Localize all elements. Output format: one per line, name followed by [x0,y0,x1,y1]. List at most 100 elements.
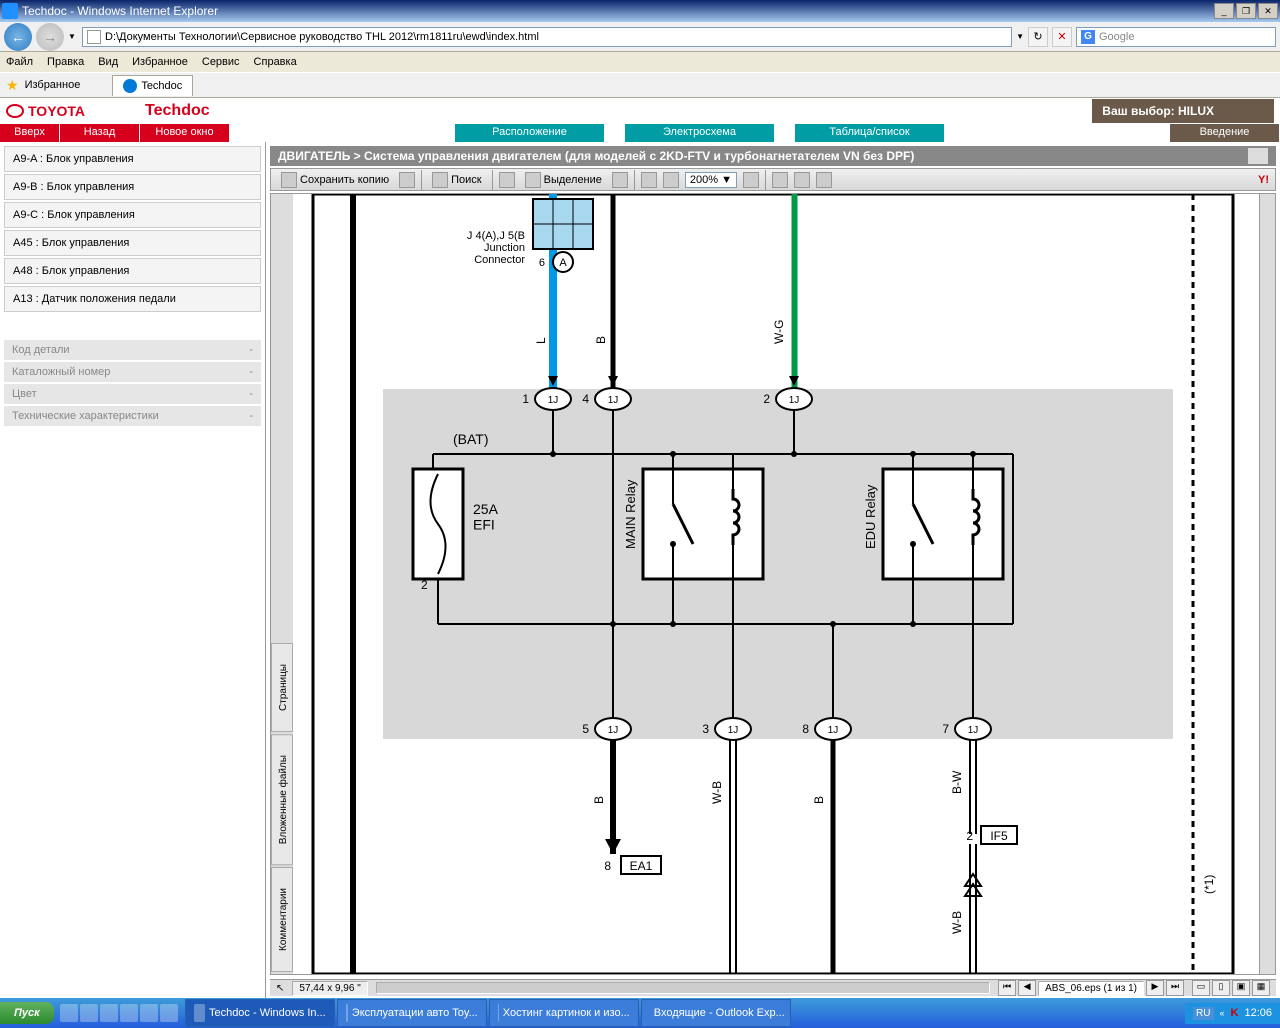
taskbar-item[interactable]: Эксплуатации авто Toy... [337,999,487,1027]
tab-back[interactable]: Назад [60,124,140,142]
nav-forward-button[interactable]: → [36,23,64,51]
info-row: Каталожный номер- [4,362,261,382]
svg-text:3: 3 [702,722,709,736]
kaspersky-icon[interactable]: K [1231,1007,1239,1019]
quick-launch-icon[interactable] [120,1004,138,1022]
address-input[interactable]: D:\Документы Технологии\Сервисное руково… [82,27,1012,47]
tool-icon[interactable] [816,172,832,188]
stop-button[interactable]: ✕ [1052,27,1072,47]
quick-launch-icon[interactable] [80,1004,98,1022]
svg-text:J 4(A),J 5(BJunctionConnector: J 4(A),J 5(BJunctionConnector [467,230,525,266]
pdf-toolbar: Сохранить копию Поиск Выделение 200% ▼ Y… [270,168,1276,191]
sidebar-item[interactable]: A48 : Блок управления [4,258,261,284]
svg-text:(BAT): (BAT) [453,431,489,447]
sidebar-item[interactable]: A45 : Блок управления [4,230,261,256]
pager-last[interactable]: ⏭ [1166,980,1184,996]
svg-text:B: B [812,796,826,804]
svg-text:MAIN Relay: MAIN Relay [623,479,638,549]
tool-icon[interactable] [772,172,788,188]
address-dropdown[interactable]: ▼ [1016,32,1024,41]
favorites-star-icon[interactable]: ★ [6,77,19,94]
pdf-save-button[interactable]: Сохранить копию [277,170,393,190]
svg-text:2: 2 [763,392,770,406]
sidebar-list: A9-A : Блок управления A9-B : Блок управ… [0,142,265,318]
tab-new-window[interactable]: Новое окно [140,124,230,142]
menu-view[interactable]: Вид [98,56,118,68]
zoom-in-icon[interactable] [641,172,657,188]
svg-text:EDU Relay: EDU Relay [863,484,878,549]
zoom-out-icon[interactable] [663,172,679,188]
quick-launch-icon[interactable] [140,1004,158,1022]
sidebar-item[interactable]: A9-C : Блок управления [4,202,261,228]
menu-help[interactable]: Справка [254,56,297,68]
favorites-label[interactable]: Избранное [25,79,81,91]
tab-wiring[interactable]: Электросхема [625,124,775,142]
nav-back-button[interactable]: ← [4,23,32,51]
taskbar-item[interactable]: Входящие - Outlook Exp... [641,999,791,1027]
sidebar-item[interactable]: A9-B : Блок управления [4,174,261,200]
pdf-tab-comments[interactable]: Комментарии [271,867,293,972]
quick-launch-icon[interactable] [160,1004,178,1022]
restore-button[interactable]: ❐ [1236,3,1256,19]
svg-text:6: 6 [539,257,545,269]
svg-text:A: A [559,257,567,269]
layout-facing-cont[interactable]: ▦ [1252,980,1270,996]
layout-continuous[interactable]: ▯ [1212,980,1230,996]
menu-service[interactable]: Сервис [202,56,240,68]
tab-location[interactable]: Расположение [455,124,605,142]
browser-tab[interactable]: Techdoc [112,75,193,96]
hand-tool-icon[interactable] [499,172,515,188]
fit-icon[interactable] [743,172,759,188]
pager-prev[interactable]: ◀ [1018,980,1036,996]
zoom-select[interactable]: 200% ▼ [685,172,737,188]
layout-facing[interactable]: ▣ [1232,980,1250,996]
svg-text:8: 8 [604,859,611,873]
pdf-vertical-scrollbar[interactable] [1259,194,1275,974]
tool-icon[interactable] [794,172,810,188]
ie-icon [346,1004,348,1022]
layout-single[interactable]: ▭ [1192,980,1210,996]
clock[interactable]: 12:06 [1244,1007,1272,1019]
menu-favorites[interactable]: Избранное [132,56,188,68]
pdf-tab-attachments[interactable]: Вложенные файлы [271,734,293,865]
wiring-diagram[interactable]: J 4(A),J 5(BJunctionConnector A 6 L B W-… [293,194,1259,974]
pdf-tab-pages[interactable]: Страницы [271,643,293,732]
print-icon[interactable] [399,172,415,188]
sidebar-item[interactable]: A9-A : Блок управления [4,146,261,172]
sidebar-item[interactable]: A13 : Датчик положения педали [4,286,261,312]
quick-launch-icon[interactable] [60,1004,78,1022]
pdf-select-button[interactable]: Выделение [521,170,606,190]
pdf-search-button[interactable]: Поиск [428,170,485,190]
close-button[interactable]: ✕ [1258,3,1278,19]
quick-launch-icon[interactable] [100,1004,118,1022]
tray-expand-icon[interactable]: « [1220,1008,1225,1018]
svg-text:7: 7 [942,722,949,736]
status-coords: 57,44 x 9,96 " [292,981,367,996]
menu-edit[interactable]: Правка [47,56,84,68]
svg-text:1J: 1J [728,725,739,736]
taskbar-item[interactable]: Хостинг картинок и изо... [489,999,639,1027]
search-input[interactable]: G Google [1076,27,1276,47]
print-icon[interactable] [1248,148,1268,164]
taskbar-item[interactable]: Techdoc - Windows In... [185,999,335,1027]
tab-up[interactable]: Вверх [0,124,60,142]
tab-intro[interactable]: Введение [1170,124,1280,142]
svg-text:8: 8 [802,722,809,736]
start-button[interactable]: Пуск [0,1002,54,1024]
nav-history-dropdown[interactable]: ▼ [68,32,78,41]
pager-next[interactable]: ▶ [1146,980,1164,996]
tab-table[interactable]: Таблица/список [795,124,945,142]
snapshot-icon[interactable] [612,172,628,188]
svg-text:5: 5 [582,722,589,736]
minimize-button[interactable]: _ [1214,3,1234,19]
language-indicator[interactable]: RU [1193,1007,1213,1020]
svg-text:W-B: W-B [710,781,724,804]
menu-file[interactable]: Файл [6,56,33,68]
refresh-button[interactable]: ↻ [1028,27,1048,47]
pdf-horizontal-scrollbar[interactable] [376,982,990,994]
pager-first[interactable]: ⏮ [998,980,1016,996]
search-placeholder: Google [1099,31,1134,43]
ie-icon [498,1004,499,1022]
yahoo-icon[interactable]: Y! [1258,174,1269,186]
cursor-icon: ↖ [276,983,284,994]
